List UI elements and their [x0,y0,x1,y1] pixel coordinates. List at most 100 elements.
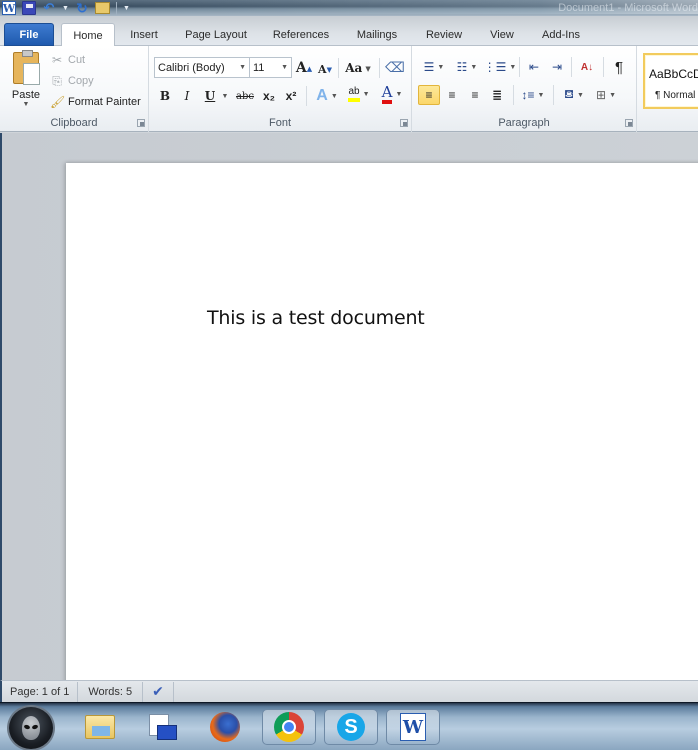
font-color-dropdown-icon[interactable]: ▼ [395,91,402,98]
line-spacing-dropdown-icon[interactable]: ▼ [538,92,545,99]
subscript-button[interactable]: x₂ [261,86,277,106]
save-icon[interactable] [22,1,36,15]
word-count[interactable]: Words: 5 [78,681,144,702]
clipboard-group-label: Clipboard [50,117,98,129]
change-case-button[interactable]: Aa ▼ [345,58,371,78]
document-text[interactable]: This is a test document [207,307,425,329]
tab-mailings[interactable]: Mailings [355,23,399,46]
tab-file[interactable]: File [4,23,54,46]
document-page[interactable]: This is a test document [66,163,698,693]
shading-dropdown-icon[interactable]: ▼ [577,92,584,99]
proofing-check-icon: ✔ [152,683,164,699]
align-right-button[interactable]: ≡ [465,85,485,105]
font-group-label: Font [268,117,291,129]
strikethrough-button[interactable]: abc [235,86,255,106]
customize-qat-icon[interactable]: ▼ [123,5,130,12]
increase-indent-button[interactable]: ⇥ [548,57,566,77]
font-dialog-launcher[interactable] [400,119,408,127]
clear-formatting-button[interactable]: ⌫ [385,57,405,77]
taskbar: S W [0,702,698,750]
paste-button[interactable]: Paste ▼ [8,50,44,116]
taskbar-skype[interactable]: S [324,709,378,745]
tab-page-layout[interactable]: Page Layout [184,23,248,46]
tab-view[interactable]: View [488,23,516,46]
justify-icon: ≣ [491,88,503,102]
decrease-indent-button[interactable]: ⇤ [525,57,543,77]
taskbar-explorer[interactable] [73,709,127,745]
italic-button[interactable]: I [179,86,195,106]
justify-button[interactable]: ≣ [487,85,507,105]
redo-icon[interactable]: ↻ [75,0,89,16]
paragraph-dialog-launcher[interactable] [625,119,633,127]
clipboard-dialog-launcher[interactable] [137,119,145,127]
taskbar-word[interactable]: W [386,709,440,745]
tab-references[interactable]: References [272,23,330,46]
bullets-icon: ☰ [423,60,435,74]
multilevel-list-button[interactable]: ⋮☰ ▼ [484,57,517,77]
style-normal[interactable]: AaBbCcDc ¶ Normal [643,53,698,109]
numbering-dropdown-icon[interactable]: ▼ [470,64,477,71]
grow-font-button[interactable]: A ▲ [295,58,313,78]
copy-label: Copy [68,75,94,87]
cut-button[interactable]: ✂ Cut [50,51,85,69]
word-logo-icon[interactable]: W [2,1,16,15]
paragraph-group-label: Paragraph [498,117,550,129]
superscript-button[interactable]: x² [283,86,299,106]
align-left-icon: ≡ [425,88,433,102]
ribbon-tabs: File Home Insert Page Layout References … [0,16,698,47]
show-hide-marks-button[interactable]: ¶ [610,57,628,77]
font-size-combo[interactable]: 11 ▼ [249,57,292,78]
borders-button[interactable]: ⊞ ▼ [592,85,620,105]
multilevel-dropdown-icon[interactable]: ▼ [509,64,516,71]
text-effects-button[interactable]: A ▼ [313,86,341,106]
tab-home[interactable]: Home [61,23,115,47]
underline-dropdown-icon[interactable]: ▼ [221,86,229,106]
bullets-dropdown-icon[interactable]: ▼ [437,64,444,71]
style-name: ¶ Normal [655,90,696,101]
taskbar-chrome[interactable] [262,709,316,745]
align-left-button[interactable]: ≡ [418,85,440,105]
sort-button[interactable]: A↓ [577,57,597,77]
line-spacing-button[interactable]: ↕≡ ▼ [519,85,547,105]
open-folder-icon[interactable] [94,2,110,14]
font-name-combo[interactable]: Calibri (Body) ▼ [154,57,250,78]
numbering-button[interactable]: ☷ ▼ [453,57,481,77]
font-separator [338,58,339,78]
underline-button[interactable]: U [202,86,218,106]
taskbar-task-manager[interactable] [135,709,189,745]
undo-dropdown-icon[interactable]: ▼ [62,5,69,12]
bold-button[interactable]: B [157,86,173,106]
document-area: This is a test document [0,133,698,693]
proofing-status[interactable]: ✔ [143,681,174,702]
shrink-font-icon: A [318,62,327,76]
font-color-button[interactable]: A ▼ [377,84,407,104]
align-center-button[interactable]: ≡ [442,85,462,105]
copy-button[interactable]: ⎘ Copy [50,72,94,90]
style-preview: AaBbCcDc [649,67,698,81]
shading-button[interactable]: ⛾ ▼ [560,85,588,105]
cut-label: Cut [68,54,86,66]
borders-dropdown-icon[interactable]: ▼ [609,92,616,99]
text-effects-dropdown-icon[interactable]: ▼ [331,93,338,100]
taskbar-firefox[interactable] [198,709,252,745]
highlight-button[interactable]: ab ▼ [344,84,374,104]
format-painter-button[interactable]: 🖌 Format Painter [50,93,141,111]
tab-review[interactable]: Review [425,23,463,46]
start-button[interactable] [7,705,55,750]
paste-dropdown-icon[interactable]: ▼ [23,101,30,108]
shrink-font-button[interactable]: A ▼ [317,59,333,79]
qat-separator [115,1,117,15]
font-name-dropdown-icon[interactable]: ▼ [239,64,246,71]
clear-formatting-icon: ⌫ [385,58,405,75]
font-size-dropdown-icon[interactable]: ▼ [281,64,288,71]
tab-add-ins[interactable]: Add-Ins [540,23,582,46]
bullets-button[interactable]: ☰ ▼ [420,57,448,77]
tab-insert[interactable]: Insert [128,23,160,46]
highlight-dropdown-icon[interactable]: ▼ [363,91,370,98]
change-case-dropdown-icon[interactable]: ▼ [365,64,370,73]
text-effects-icon: A [316,87,328,104]
page-count[interactable]: Page: 1 of 1 [2,681,79,702]
grow-font-icon: A [295,60,307,76]
word-icon: W [400,713,426,741]
undo-icon[interactable]: ↶ [42,0,56,15]
